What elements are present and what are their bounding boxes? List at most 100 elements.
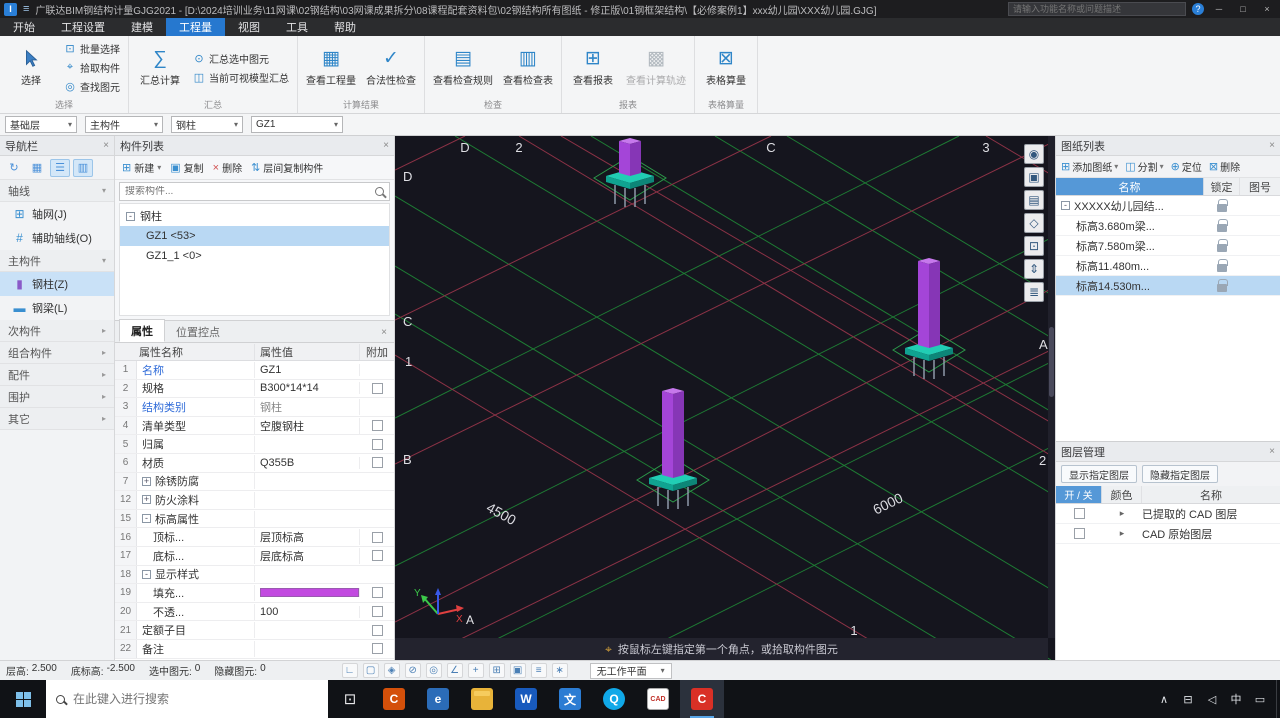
fill-color-swatch[interactable]: [260, 588, 359, 598]
tab-tools[interactable]: 工具: [273, 18, 321, 36]
tab-project-settings[interactable]: 工程设置: [48, 18, 118, 36]
taskbar-app-cad[interactable]: CAD: [636, 680, 680, 718]
add-drawing-button[interactable]: ⊞ 添加图纸 ▾: [1061, 159, 1118, 174]
selection-filter-icon[interactable]: ≡: [530, 663, 547, 678]
taskbar-app-word[interactable]: W: [504, 680, 548, 718]
taskbar-app-1[interactable]: C: [372, 680, 416, 718]
property-row-name[interactable]: 1 名称 GZ1: [115, 361, 394, 380]
property-row-material[interactable]: 6 材质 Q355B: [115, 453, 394, 473]
taskbar-app-6[interactable]: Q: [592, 680, 636, 718]
pick-component-button[interactable]: ⌖ 拾取构件: [61, 59, 123, 76]
copy-component-button[interactable]: ▣ 复制: [170, 160, 203, 175]
start-button[interactable]: [0, 680, 46, 718]
attach-checkbox[interactable]: [371, 550, 383, 562]
close-icon[interactable]: ×: [103, 140, 109, 151]
drawing-row[interactable]: 标高11.480m...: [1056, 256, 1280, 276]
ortho-mode-icon[interactable]: ∟: [341, 663, 358, 678]
property-row-structure-type[interactable]: 3 结构类别 钢柱: [115, 398, 394, 417]
model-viewport[interactable]: D 2 C 3 D C 1 B A 2 1 4500 6000 Y X A ◉ …: [395, 136, 1055, 660]
taskbar-app-folder[interactable]: [460, 680, 504, 718]
component-select[interactable]: GZ1 ▾: [251, 116, 343, 133]
chevron-right-icon[interactable]: ▸: [1102, 528, 1142, 539]
floor-select[interactable]: 基础层 ▾: [5, 116, 77, 133]
locate-drawing-button[interactable]: ⊕ 定位: [1171, 159, 1202, 174]
lock-icon[interactable]: [1217, 218, 1228, 232]
property-row-quota-item[interactable]: 21 定额子目: [115, 621, 394, 640]
component-type-select[interactable]: 钢柱 ▾: [171, 116, 243, 133]
find-element-button[interactable]: ◎ 查找图元: [61, 78, 123, 95]
view-cube-icon[interactable]: ◈: [383, 663, 400, 678]
lock-icon[interactable]: [1217, 238, 1228, 252]
layer-row-original-cad[interactable]: ▸ CAD 原始图层: [1056, 524, 1280, 544]
close-button[interactable]: ×: [1258, 4, 1276, 14]
collapse-icon[interactable]: -: [142, 514, 151, 524]
property-row-bottom-elevation[interactable]: 17 底标... 层底标高: [115, 546, 394, 566]
box-select-icon[interactable]: ⊡: [1024, 236, 1044, 256]
collapse-icon[interactable]: -: [1061, 201, 1070, 210]
window-select-icon[interactable]: ▢: [362, 663, 379, 678]
view-check-table-button[interactable]: ▥ 查看检查表: [500, 47, 556, 89]
menu-icon[interactable]: ≡: [23, 3, 29, 15]
hide-layers-button[interactable]: 隐藏指定图层: [1142, 465, 1218, 483]
nav-list-view-icon[interactable]: ☰: [50, 158, 70, 177]
grid-snap-icon[interactable]: ⊞: [488, 663, 505, 678]
orbit-icon[interactable]: ◉: [1024, 144, 1044, 164]
batch-select-button[interactable]: ⊡ 批量选择: [61, 40, 123, 57]
close-icon[interactable]: ×: [378, 327, 390, 338]
nav-section-enclosure[interactable]: 围护 ▸: [0, 386, 114, 408]
drawing-row[interactable]: 标高3.680m梁...: [1056, 216, 1280, 236]
taskbar-app-active[interactable]: C: [680, 680, 724, 718]
delete-component-button[interactable]: × 删除: [213, 160, 242, 176]
tab-position-handles[interactable]: 位置控点: [165, 321, 231, 342]
property-row-remark[interactable]: 22 备注: [115, 639, 394, 659]
expand-icon[interactable]: +: [142, 495, 151, 505]
table-calc-button[interactable]: ⊠ 表格算量: [700, 47, 752, 89]
network-icon[interactable]: ⊟: [1182, 693, 1194, 706]
property-row-fill-color[interactable]: 19 填充...: [115, 584, 394, 603]
task-view-button[interactable]: ⊡: [328, 680, 372, 718]
view-list-icon[interactable]: ≣: [1024, 282, 1044, 302]
tab-help[interactable]: 帮助: [321, 18, 369, 36]
taskbar-search-input[interactable]: [73, 692, 318, 706]
layer-visibility-checkbox[interactable]: [1073, 528, 1085, 539]
property-row-belong[interactable]: 5 归属: [115, 435, 394, 454]
layer-row-extracted-cad[interactable]: ▸ 已提取的 CAD 图层: [1056, 504, 1280, 524]
collapse-icon[interactable]: -: [142, 569, 151, 579]
nav-item-aux-axis[interactable]: # 辅助轴线(O): [0, 226, 114, 250]
summary-calc-button[interactable]: ∑ 汇总计算: [134, 47, 186, 89]
property-row-list-type[interactable]: 4 清单类型 空腹钢柱: [115, 416, 394, 436]
attach-checkbox[interactable]: [371, 624, 383, 636]
tab-properties[interactable]: 属性: [119, 319, 165, 342]
property-group-fireproof[interactable]: 12 + 防火涂料: [115, 491, 394, 510]
tab-modeling[interactable]: 建模: [118, 18, 166, 36]
zoom-extents-icon[interactable]: ⇕: [1024, 259, 1044, 279]
nav-section-main-components[interactable]: 主构件 ▾: [0, 250, 114, 272]
layer-visibility-checkbox[interactable]: [1073, 508, 1085, 519]
nav-detail-view-icon[interactable]: ▥: [73, 158, 93, 177]
increment-snap-icon[interactable]: +: [467, 663, 484, 678]
drawing-row-root[interactable]: - XXXXX幼儿园结...: [1056, 196, 1280, 216]
drawing-row[interactable]: 标高7.580m梁...: [1056, 236, 1280, 256]
property-group-display-style[interactable]: 18 - 显示样式: [115, 565, 394, 585]
collapse-icon[interactable]: -: [126, 211, 135, 221]
attach-checkbox[interactable]: [371, 438, 383, 450]
minimize-button[interactable]: ─: [1210, 4, 1228, 14]
scrollbar-thumb[interactable]: [1049, 326, 1054, 398]
taskbar-app-5[interactable]: 文: [548, 680, 592, 718]
isometric-view-icon[interactable]: ◇: [1024, 213, 1044, 233]
maximize-button[interactable]: □: [1234, 4, 1252, 14]
attach-checkbox[interactable]: [371, 606, 383, 618]
category-select[interactable]: 主构件 ▾: [85, 116, 163, 133]
disable-snap-icon[interactable]: ⊘: [404, 663, 421, 678]
nav-grid-view-icon[interactable]: ▦: [27, 159, 47, 177]
property-row-top-elevation[interactable]: 16 顶标... 层顶标高: [115, 528, 394, 547]
help-icon[interactable]: ?: [1192, 3, 1204, 15]
show-desktop-button[interactable]: [1276, 680, 1280, 718]
close-icon[interactable]: ×: [1269, 140, 1275, 151]
tree-item-gz1[interactable]: GZ1 <53>: [120, 226, 389, 246]
viewport-scrollbar[interactable]: [1048, 136, 1055, 638]
workplane-select[interactable]: 无工作平面 ▾: [589, 662, 672, 679]
command-search-input[interactable]: [1013, 4, 1181, 14]
tree-node-steel-column[interactable]: - 钢柱: [120, 206, 389, 226]
attach-checkbox[interactable]: [371, 382, 383, 394]
